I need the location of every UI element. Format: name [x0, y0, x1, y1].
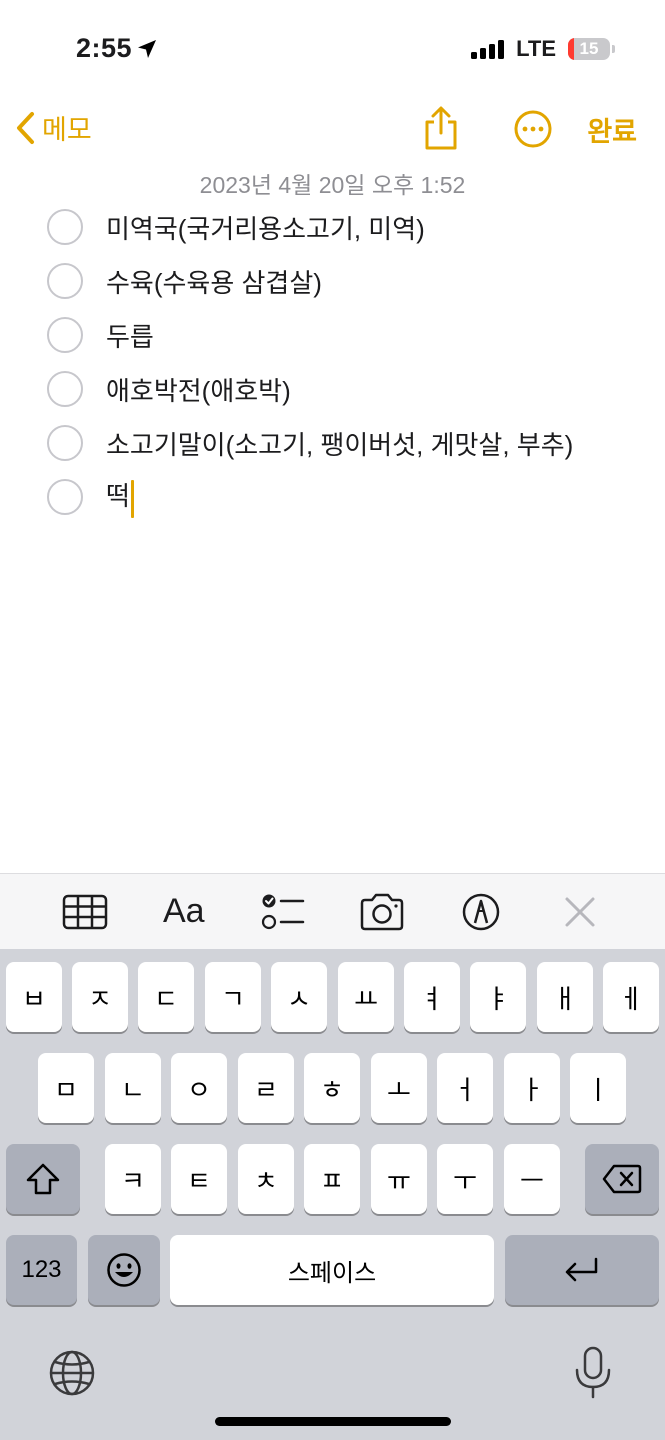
- format-toolbar: Aa: [0, 873, 665, 949]
- checklist-item-text[interactable]: 미역국(국거리용소고기, 미역): [106, 209, 425, 246]
- note-date: 2023년 4월 20일 오후 1:52: [199, 172, 466, 198]
- location-arrow-icon: [138, 39, 157, 58]
- key-pieup[interactable]: ㅍ: [304, 1144, 360, 1214]
- checklist-item-text[interactable]: 수육(수육용 삼겹살): [106, 263, 322, 300]
- checkbox-circle-icon[interactable]: [47, 209, 83, 245]
- close-icon: [565, 897, 595, 926]
- key-eu[interactable]: ㅡ: [504, 1144, 560, 1214]
- key-i[interactable]: ㅣ: [570, 1053, 626, 1123]
- backspace-icon: [602, 1164, 642, 1194]
- home-indicator[interactable]: [215, 1417, 451, 1426]
- camera-button[interactable]: [352, 882, 412, 942]
- checkbox-circle-icon[interactable]: [47, 317, 83, 353]
- key-tieut[interactable]: ㅌ: [171, 1144, 227, 1214]
- checklist-item[interactable]: 미역국(국거리용소고기, 미역): [0, 200, 665, 254]
- back-button[interactable]: 메모: [14, 108, 92, 147]
- back-label: 메모: [42, 115, 92, 145]
- shift-arrow-icon: [26, 1163, 60, 1195]
- globe-button[interactable]: [46, 1347, 98, 1399]
- close-toolbar-button[interactable]: [550, 882, 610, 942]
- checklist-item[interactable]: 두릅: [0, 308, 665, 362]
- text-cursor: [130, 479, 134, 518]
- key-hieut[interactable]: ㅎ: [304, 1053, 360, 1123]
- chevron-left-icon: [17, 111, 34, 144]
- ellipsis-circle-icon: [514, 110, 552, 148]
- checklist-item[interactable]: 애호박전(애호박): [0, 362, 665, 416]
- shift-key[interactable]: [6, 1144, 80, 1214]
- network-type: LTE: [516, 36, 556, 61]
- table-icon: [62, 894, 107, 929]
- key-ya[interactable]: ㅑ: [470, 962, 526, 1032]
- key-jieut[interactable]: ㅈ: [72, 962, 128, 1032]
- status-bar: 2:55 LTE 15: [0, 0, 665, 100]
- key-digeut[interactable]: ㄷ: [138, 962, 194, 1032]
- checklist-item-text[interactable]: 두릅: [106, 317, 154, 354]
- text-format-button[interactable]: Aa: [154, 882, 214, 942]
- key-e[interactable]: ㅔ: [603, 962, 659, 1032]
- globe-icon: [49, 1350, 95, 1396]
- key-chieut[interactable]: ㅊ: [238, 1144, 294, 1214]
- key-kieuk[interactable]: ㅋ: [105, 1144, 161, 1214]
- delete-key[interactable]: [585, 1144, 659, 1214]
- share-button[interactable]: [420, 105, 462, 156]
- key-u[interactable]: ㅜ: [437, 1144, 493, 1214]
- emoji-key[interactable]: [88, 1235, 160, 1305]
- nav-bar: 메모 완료: [0, 100, 665, 160]
- table-button[interactable]: [55, 882, 115, 942]
- status-indicators: LTE 15: [471, 36, 615, 62]
- more-button[interactable]: [513, 109, 553, 154]
- checklist-button[interactable]: [253, 882, 313, 942]
- key-ae[interactable]: ㅐ: [537, 962, 593, 1032]
- checklist-item-text[interactable]: 애호박전(애호박): [106, 371, 291, 408]
- key-bieup[interactable]: ㅂ: [6, 962, 62, 1032]
- key-ieung[interactable]: ㅇ: [171, 1053, 227, 1123]
- key-rieul[interactable]: ㄹ: [238, 1053, 294, 1123]
- checklist-icon: [261, 894, 305, 929]
- key-a[interactable]: ㅏ: [504, 1053, 560, 1123]
- key-mieum[interactable]: ㅁ: [38, 1053, 94, 1123]
- microphone-icon: [575, 1346, 611, 1399]
- key-o[interactable]: ㅗ: [371, 1053, 427, 1123]
- camera-icon: [360, 893, 404, 930]
- checklist-item-text-value: 떡: [106, 481, 130, 512]
- checklist-item[interactable]: 떡: [0, 470, 665, 524]
- key-giyeok[interactable]: ㄱ: [205, 962, 261, 1032]
- status-time: 2:55: [76, 33, 158, 64]
- checklist-item-text[interactable]: 떡: [106, 476, 134, 518]
- battery-icon: 15: [568, 38, 615, 60]
- status-time-text: 2:55: [76, 33, 133, 63]
- checklist-item[interactable]: 소고기말이(소고기, 팽이버섯, 게맛살, 부추): [0, 416, 665, 470]
- return-key[interactable]: [505, 1235, 659, 1305]
- key-siot[interactable]: ㅅ: [271, 962, 327, 1032]
- checklist-item[interactable]: 수육(수육용 삼겹살): [0, 254, 665, 308]
- checklist: 미역국(국거리용소고기, 미역) 수육(수육용 삼겹살) 두릅 애호박전(애호박…: [0, 200, 665, 524]
- pen-circle-icon: [462, 893, 500, 930]
- key-nieun[interactable]: ㄴ: [105, 1053, 161, 1123]
- checklist-item-text[interactable]: 소고기말이(소고기, 팽이버섯, 게맛살, 부추): [106, 425, 573, 462]
- key-yu[interactable]: ㅠ: [371, 1144, 427, 1214]
- share-icon: [425, 106, 457, 150]
- space-key[interactable]: 스페이스: [170, 1235, 494, 1305]
- key-eo[interactable]: ㅓ: [437, 1053, 493, 1123]
- checkbox-circle-icon[interactable]: [47, 479, 83, 515]
- battery-percent: 15: [579, 39, 599, 58]
- done-button[interactable]: 완료: [587, 110, 637, 149]
- cellular-signal-icon: [471, 39, 505, 59]
- numbers-key[interactable]: 123: [6, 1235, 77, 1305]
- return-arrow-icon: [565, 1257, 598, 1282]
- markup-button[interactable]: [451, 882, 511, 942]
- battery-fill: [568, 38, 575, 60]
- dictation-button[interactable]: [572, 1345, 614, 1401]
- key-yo[interactable]: ㅛ: [338, 962, 394, 1032]
- checkbox-circle-icon[interactable]: [47, 425, 83, 461]
- key-yeo[interactable]: ㅕ: [404, 962, 460, 1032]
- keyboard: ㅂ ㅈ ㄷ ㄱ ㅅ ㅛ ㅕ ㅑ ㅐ ㅔ ㅁ ㄴ ㅇ ㄹ ㅎ ㅗ ㅓ ㅏ ㅣ ㅋ …: [0, 949, 665, 1440]
- emoji-icon: [107, 1253, 141, 1287]
- checkbox-circle-icon[interactable]: [47, 371, 83, 407]
- checkbox-circle-icon[interactable]: [47, 263, 83, 299]
